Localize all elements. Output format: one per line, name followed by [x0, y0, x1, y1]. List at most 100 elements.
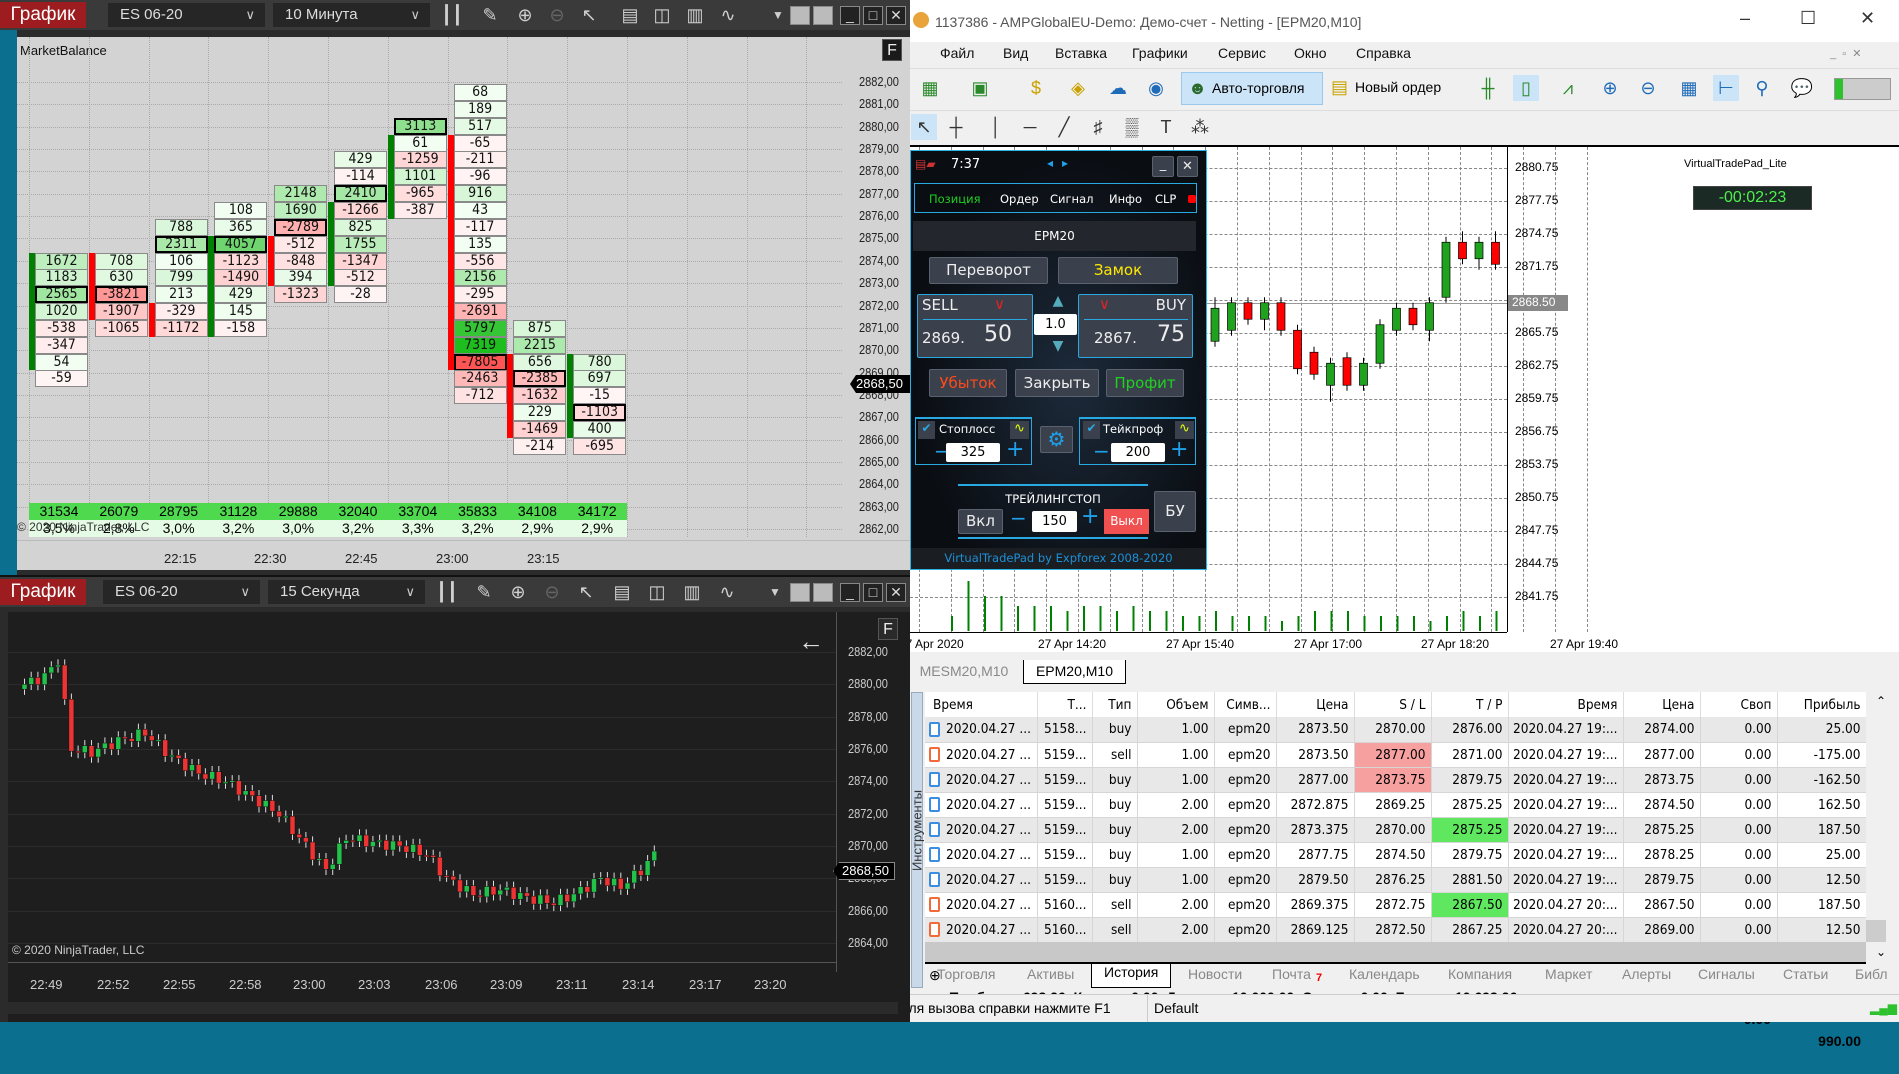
- market-watch-icon[interactable]: $: [1023, 75, 1049, 101]
- stoploss-input[interactable]: 325: [946, 443, 1000, 462]
- balance-cell[interactable]: -1266: [334, 201, 387, 219]
- indicators-icon[interactable]: ▥: [680, 580, 704, 604]
- drawing-tool-pencil-icon[interactable]: ✎: [472, 580, 496, 604]
- tile-windows-icon[interactable]: ▦: [1676, 75, 1702, 101]
- terminal-tab-7[interactable]: Маркет: [1545, 966, 1592, 982]
- cursor-icon[interactable]: ↖: [911, 114, 937, 140]
- cursor-icon[interactable]: ↖: [574, 580, 598, 604]
- balance-cell[interactable]: 780: [573, 353, 627, 371]
- balance-cell[interactable]: 7319: [453, 336, 507, 354]
- profiles-icon[interactable]: ▣: [967, 75, 993, 101]
- terminal-tab-9[interactable]: Сигналы: [1698, 966, 1755, 982]
- balance-cell[interactable]: -117: [453, 218, 507, 236]
- balance-cell[interactable]: 3113: [393, 117, 447, 135]
- balance-cell[interactable]: -1632: [513, 387, 567, 405]
- terminal-tab-4[interactable]: Почта: [1272, 966, 1311, 982]
- sell-button[interactable]: SELL ∨ 2869. 50: [917, 294, 1033, 358]
- table-scrollbar[interactable]: ⌃ ⌄: [1866, 692, 1899, 965]
- terminal-tab-2[interactable]: История: [1091, 964, 1172, 988]
- balance-cell[interactable]: 2148: [274, 185, 328, 203]
- balance-cell[interactable]: -538: [35, 319, 88, 337]
- signals-icon[interactable]: ◉: [1143, 75, 1169, 101]
- chat-icon[interactable]: 💬: [1789, 75, 1815, 101]
- chart-shift-icon[interactable]: ⊢: [1713, 75, 1739, 101]
- close-all-button[interactable]: Закрыть: [1015, 369, 1099, 397]
- balance-cell[interactable]: 54: [35, 353, 88, 371]
- balance-cell[interactable]: 630: [94, 269, 148, 287]
- balance-cell[interactable]: -2463: [453, 370, 507, 388]
- menu-item-2[interactable]: Вставка: [1055, 45, 1107, 61]
- stoploss-plus[interactable]: +: [1006, 437, 1024, 462]
- bar-type-icon[interactable]: ┃┃: [440, 3, 464, 27]
- connection-toggle[interactable]: [1834, 78, 1891, 100]
- column-header[interactable]: Своп: [1700, 692, 1778, 717]
- close-icon[interactable]: ✕: [886, 6, 906, 25]
- bar-chart-icon[interactable]: ╫: [1475, 75, 1501, 101]
- buy-button[interactable]: ∨ BUY 2867. 75: [1078, 294, 1193, 358]
- link-button-2[interactable]: [813, 6, 833, 25]
- table-row[interactable]: 2020.04.27 ... 5160... sell 2.00 epm20 2869.3…: [925, 892, 1866, 918]
- takeprofit-checkbox[interactable]: ✔: [1083, 421, 1100, 439]
- balance-cell[interactable]: -1469: [513, 421, 567, 438]
- menu-item-1[interactable]: Вид: [1003, 45, 1028, 61]
- link-button[interactable]: [790, 6, 810, 25]
- balance-cell[interactable]: -211: [453, 151, 507, 169]
- vertical-line-icon[interactable]: │: [983, 114, 1009, 140]
- balance-cell[interactable]: -965: [393, 185, 447, 203]
- candlestick-chart[interactable]: F ← 2882,00 2880,00 2878,00 2876,00 2874,00 2…: [8, 612, 910, 1022]
- balance-cell[interactable]: -512: [274, 235, 328, 253]
- navigator-icon[interactable]: ◈: [1065, 75, 1091, 101]
- balance-cell[interactable]: -712: [453, 387, 507, 405]
- balance-cell[interactable]: 429: [214, 286, 268, 304]
- balance-cell[interactable]: 2565: [35, 286, 88, 304]
- balance-cell[interactable]: -114: [334, 168, 387, 186]
- menu-item-3[interactable]: Графики: [1132, 45, 1188, 61]
- properties-icon[interactable]: ◫: [645, 580, 669, 604]
- tab-position[interactable]: Позиция: [929, 184, 981, 214]
- balance-cell[interactable]: 708: [94, 252, 148, 270]
- terminal-tab-6[interactable]: Компания: [1448, 966, 1512, 982]
- minimize-icon[interactable]: _: [840, 6, 860, 25]
- balance-cell[interactable]: 1755: [334, 235, 387, 253]
- balance-cell[interactable]: 4057: [214, 235, 268, 253]
- balance-cell[interactable]: 656: [513, 353, 567, 371]
- menu-item-5[interactable]: Окно: [1294, 45, 1327, 61]
- instruments-side-tab[interactable]: Инструменты: [910, 692, 925, 988]
- terminal-tab-3[interactable]: Новости: [1188, 966, 1242, 982]
- table-row[interactable]: 2020.04.27 ... 5159... buy 1.00 epm20 2877.75…: [925, 842, 1866, 868]
- trailing-off-button[interactable]: Выкл: [1104, 509, 1149, 534]
- balance-cell[interactable]: -295: [453, 286, 507, 304]
- candlestick-icon[interactable]: ▯: [1513, 75, 1539, 101]
- scroll-thumb[interactable]: [1866, 920, 1886, 942]
- crosshair-icon[interactable]: ┼: [943, 114, 969, 140]
- shapes-icon[interactable]: ⁂: [1187, 114, 1213, 140]
- balance-cell[interactable]: -7805: [453, 353, 507, 371]
- balance-cell[interactable]: 400: [573, 421, 627, 438]
- tab-clp[interactable]: CLP: [1155, 184, 1176, 214]
- column-header[interactable]: Цена: [1276, 692, 1355, 717]
- balance-cell[interactable]: -2385: [513, 370, 567, 388]
- minimize-icon[interactable]: _: [840, 583, 860, 602]
- balance-cell[interactable]: 145: [214, 303, 268, 321]
- zoom-in-icon[interactable]: ⊕: [513, 3, 537, 27]
- balance-cell[interactable]: 2410: [334, 185, 387, 203]
- table-row[interactable]: 2020.04.27 ... 5160... sell 2.00 epm20 2869.1…: [925, 917, 1866, 942]
- balance-cell[interactable]: -1065: [94, 319, 148, 337]
- balance-cell[interactable]: -848: [274, 252, 328, 270]
- balance-cell[interactable]: 5797: [453, 319, 507, 337]
- balance-cell[interactable]: -1323: [274, 286, 328, 304]
- balance-cell[interactable]: 108: [214, 201, 268, 219]
- balance-cell[interactable]: -1259: [393, 151, 447, 169]
- terminal-tab-1[interactable]: Активы: [1027, 966, 1074, 982]
- fibonacci-icon[interactable]: ♯: [1085, 114, 1111, 140]
- terminal-tab-10[interactable]: Статьи: [1783, 966, 1828, 982]
- maximize-icon[interactable]: □: [863, 6, 883, 25]
- column-header[interactable]: Тип: [1092, 692, 1138, 717]
- column-header[interactable]: S / L: [1354, 692, 1432, 717]
- menu-item-4[interactable]: Сервис: [1218, 45, 1266, 61]
- interval-selector[interactable]: 15 Секунда ∨: [268, 580, 425, 604]
- balance-cell[interactable]: -2789: [274, 218, 328, 236]
- strategies-icon[interactable]: ∿: [715, 580, 739, 604]
- close-profit-button[interactable]: Профит: [1106, 369, 1184, 397]
- trailing-minus[interactable]: −: [1010, 506, 1027, 530]
